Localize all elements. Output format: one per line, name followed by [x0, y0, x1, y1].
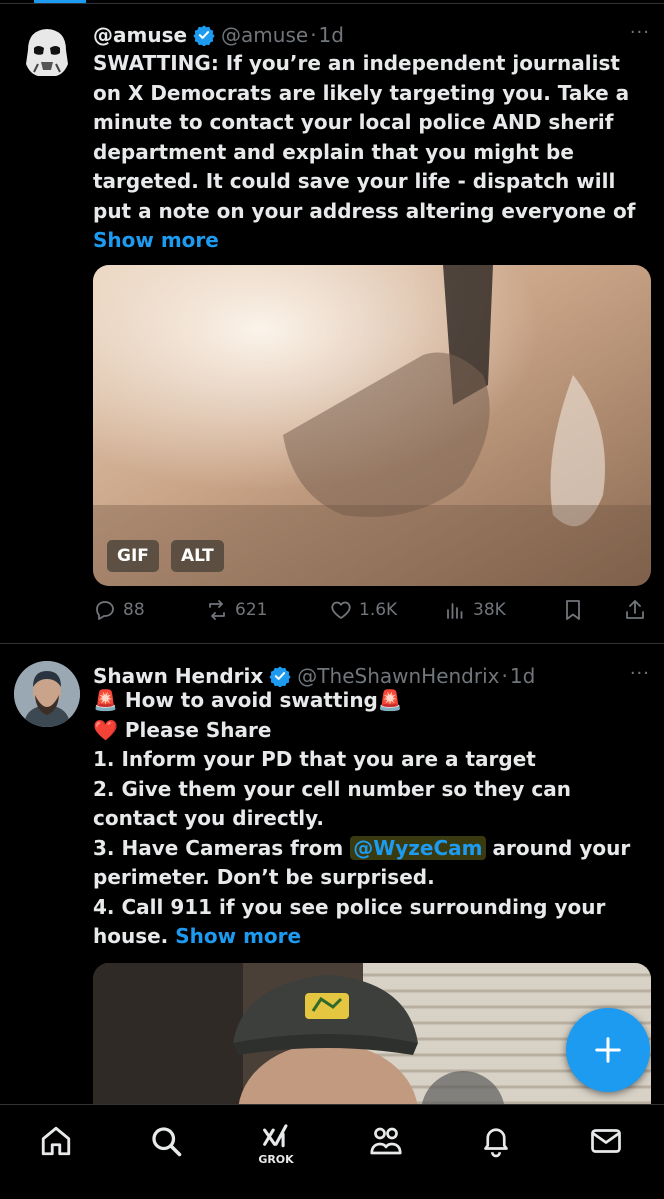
- separator: ·: [501, 664, 508, 688]
- tweet-line-text: 3. Have Cameras from: [93, 835, 351, 860]
- tweet-header: @amuse @amuse · 1d: [93, 20, 624, 50]
- bookmark-icon: [566, 600, 580, 620]
- messages-icon: [591, 1129, 621, 1153]
- tweet-text: SWATTING: If you’re an independent journ…: [93, 49, 650, 256]
- views-count: 38K: [473, 600, 506, 620]
- siren-emoji: 🚨: [93, 688, 118, 712]
- timestamp[interactable]: 1d: [319, 23, 344, 47]
- like-button[interactable]: 1.6K: [329, 598, 397, 622]
- nav-home[interactable]: [36, 1123, 76, 1167]
- share-icon: [626, 600, 644, 619]
- handle[interactable]: @TheShawnHendrix: [297, 664, 499, 688]
- tweet-line: 2. Give them your cell number so they ca…: [93, 776, 571, 831]
- bookmark-button[interactable]: [561, 598, 591, 622]
- display-name[interactable]: @amuse: [93, 23, 187, 47]
- notifications-icon: [484, 1128, 508, 1158]
- repost-count: 621: [235, 600, 268, 620]
- mention-link[interactable]: @WyzeCam: [350, 835, 486, 860]
- share-button[interactable]: [623, 598, 653, 622]
- alt-badge[interactable]: ALT: [171, 540, 224, 572]
- grok-icon: [263, 1124, 288, 1148]
- show-more-link[interactable]: Show more: [93, 228, 219, 252]
- heart-emoji: ❤️: [93, 717, 118, 742]
- tweet[interactable]: Shawn Hendrix @TheShawnHendrix · 1d ··· …: [0, 645, 664, 1123]
- tweet-line: ❤️ Please Share: [93, 716, 650, 746]
- like-icon: [331, 601, 351, 619]
- tweet-line-text: 4. Call 911 if you see police surroundin…: [93, 894, 606, 949]
- tweet-line: 3. Have Cameras from @WyzeCam around you…: [93, 834, 650, 893]
- tweet-line: 1. Inform your PD that you are a target: [93, 747, 536, 771]
- compose-post-button[interactable]: [566, 1008, 650, 1092]
- more-options-button[interactable]: ···: [630, 663, 650, 684]
- tweet-line: 🚨 How to avoid swatting🚨: [93, 686, 650, 716]
- handle[interactable]: @amuse: [221, 23, 308, 47]
- gif-image: [93, 265, 651, 586]
- bottom-navigation: GROK: [0, 1104, 664, 1199]
- avatar[interactable]: [14, 20, 80, 86]
- gif-badge: GIF: [107, 540, 159, 572]
- tweet-line: 4. Call 911 if you see police surroundin…: [93, 893, 650, 952]
- stormtrooper-avatar-icon: [14, 20, 80, 86]
- tweet-text: 🚨 How to avoid swatting🚨 ❤️ Please Share…: [93, 686, 650, 952]
- profile-photo-avatar-icon: [14, 661, 80, 727]
- verified-badge-icon: [193, 25, 215, 46]
- nav-communities[interactable]: [366, 1123, 406, 1167]
- separator: ·: [310, 23, 317, 47]
- views-button[interactable]: 38K: [443, 598, 506, 622]
- more-options-button[interactable]: ···: [630, 22, 650, 43]
- tweet[interactable]: @amuse @amuse · 1d ··· SWATTING: If you’…: [0, 4, 664, 644]
- siren-emoji: 🚨: [377, 688, 403, 712]
- search-icon: [152, 1127, 182, 1157]
- reply-icon: [96, 601, 114, 620]
- nav-grok[interactable]: GROK: [256, 1123, 296, 1167]
- views-icon: [447, 603, 463, 619]
- repost-icon: [209, 600, 225, 620]
- like-count: 1.6K: [359, 600, 398, 620]
- communities-icon: [370, 1127, 402, 1155]
- plus-icon: [595, 1037, 621, 1063]
- avatar[interactable]: [14, 661, 80, 727]
- timestamp[interactable]: 1d: [510, 664, 535, 688]
- reply-button[interactable]: 88: [93, 598, 145, 622]
- home-icon: [41, 1126, 71, 1156]
- verified-badge-icon: [269, 666, 291, 687]
- grok-label: GROK: [258, 1153, 294, 1166]
- tweet-actions: 88 621 1.6K 38K: [93, 598, 648, 624]
- reply-count: 88: [123, 600, 145, 620]
- repost-button[interactable]: 621: [205, 598, 267, 622]
- nav-messages[interactable]: [586, 1123, 626, 1167]
- show-more-link[interactable]: Show more: [175, 924, 301, 948]
- nav-search[interactable]: [146, 1123, 186, 1167]
- tweet-line-text: How to avoid swatting: [117, 688, 378, 712]
- nav-notifications[interactable]: [476, 1123, 516, 1167]
- tweet-body: SWATTING: If you’re an independent journ…: [93, 51, 636, 223]
- tweet-media-gif[interactable]: GIF ALT: [93, 265, 651, 586]
- display-name[interactable]: Shawn Hendrix: [93, 664, 263, 688]
- tweet-line-text: Please Share: [117, 717, 272, 742]
